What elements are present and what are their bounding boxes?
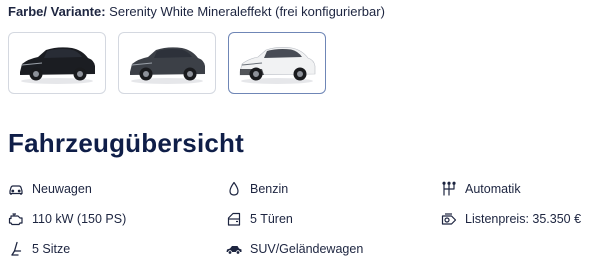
door-icon bbox=[226, 211, 242, 227]
color-swatch-serenity-white[interactable] bbox=[228, 32, 326, 94]
suv-icon bbox=[226, 241, 242, 257]
seat-icon bbox=[8, 241, 24, 257]
spec-body-type: SUV/Geländewagen bbox=[226, 241, 363, 257]
color-variant-label: Farbe/ Variante: bbox=[8, 4, 106, 19]
color-swatch-list bbox=[8, 32, 326, 94]
gearshift-icon bbox=[441, 181, 457, 197]
fuel-drop-icon bbox=[226, 181, 242, 197]
spec-seats: 5 Sitze bbox=[8, 241, 70, 257]
spec-fuel-text: Benzin bbox=[250, 182, 289, 196]
spec-list-price-text: Listenpreis: 35.350 € bbox=[465, 212, 582, 226]
color-swatch-black[interactable] bbox=[8, 32, 106, 94]
spec-seats-text: 5 Sitze bbox=[32, 242, 71, 256]
spec-condition: Neuwagen bbox=[8, 181, 92, 197]
color-variant-value: Serenity White Mineraleffekt (frei konfi… bbox=[109, 4, 385, 19]
vehicle-details-panel: Farbe/ Variante: Serenity White Minerale… bbox=[0, 0, 592, 271]
spec-body-type-text: SUV/Geländewagen bbox=[250, 242, 364, 256]
overview-title: Fahrzeugübersicht bbox=[8, 128, 244, 158]
spec-power-text: 110 kW (150 PS) bbox=[32, 212, 127, 226]
spec-power: 110 kW (150 PS) bbox=[8, 211, 126, 227]
car-icon bbox=[8, 181, 24, 197]
color-variant-line: Farbe/ Variante: Serenity White Minerale… bbox=[8, 4, 385, 20]
spec-doors: 5 Türen bbox=[226, 211, 293, 227]
spec-list-price: Listenpreis: 35.350 € bbox=[441, 211, 581, 227]
spec-doors-text: 5 Türen bbox=[250, 212, 293, 226]
engine-icon bbox=[8, 211, 24, 227]
car-thumbnail-serenity-white bbox=[239, 47, 316, 84]
car-thumbnail-dark-grey bbox=[130, 47, 205, 84]
price-tag-icon bbox=[441, 211, 457, 227]
spec-transmission: Automatik bbox=[441, 181, 521, 197]
car-thumbnail-black bbox=[20, 47, 95, 84]
color-swatch-dark-grey[interactable] bbox=[118, 32, 216, 94]
spec-transmission-text: Automatik bbox=[465, 182, 521, 196]
spec-fuel: Benzin bbox=[226, 181, 288, 197]
spec-condition-text: Neuwagen bbox=[32, 182, 92, 196]
